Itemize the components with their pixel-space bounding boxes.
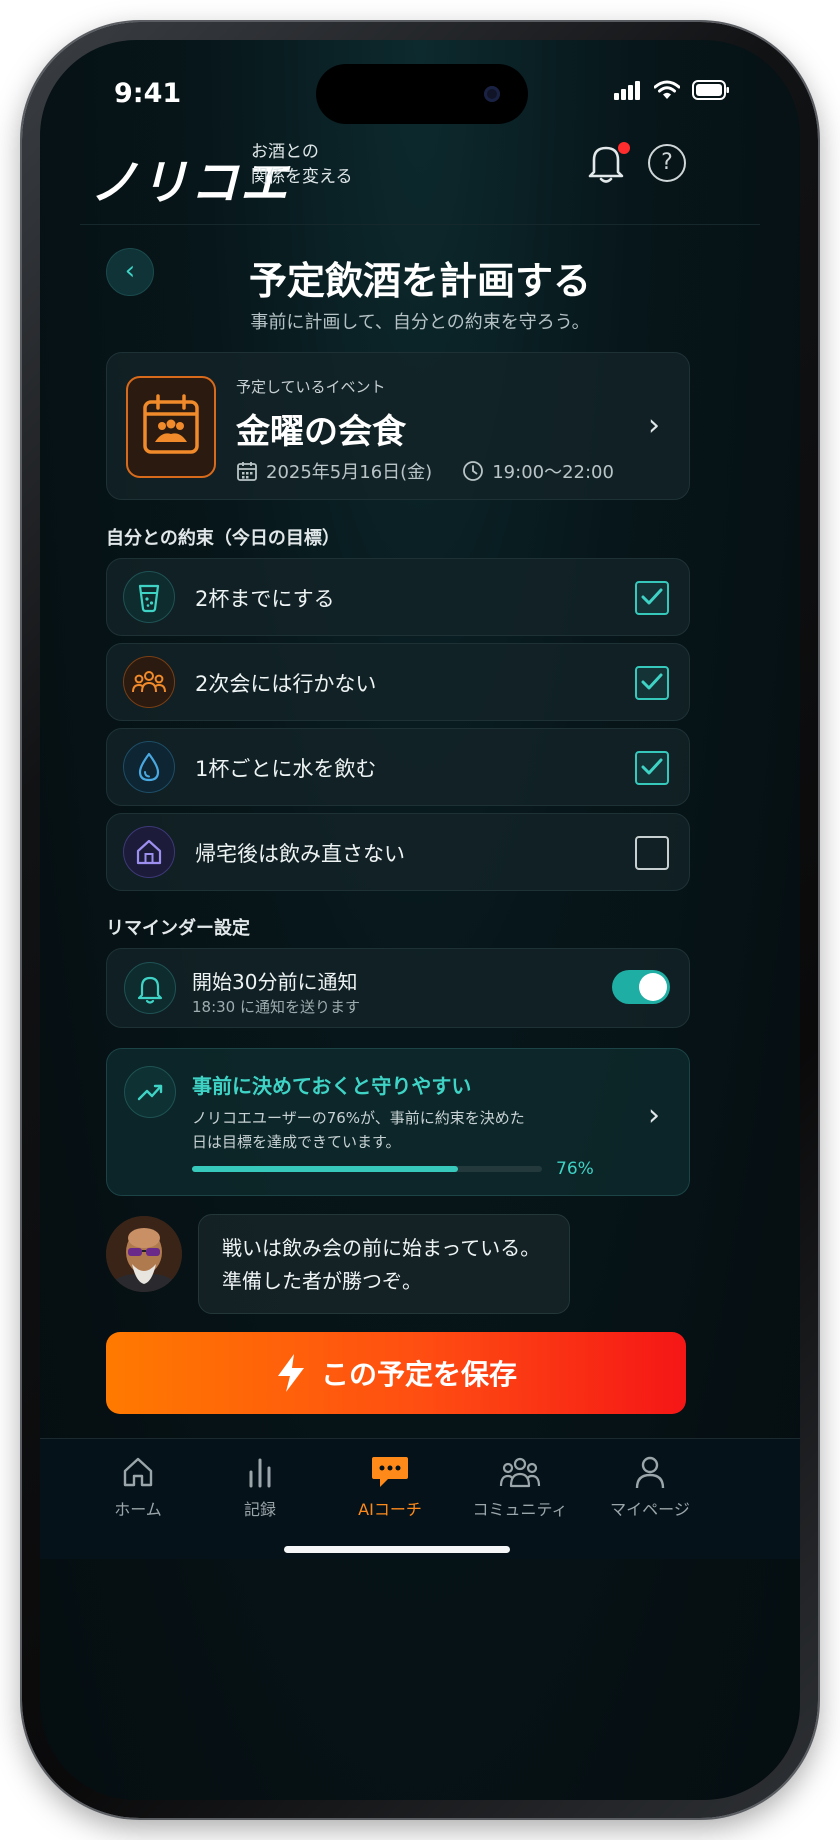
goal-checkbox[interactable] — [635, 581, 669, 615]
chart-bars-icon — [249, 1458, 271, 1488]
wifi-icon — [654, 80, 680, 99]
coach-avatar — [106, 1216, 182, 1292]
chat-bubble-icon — [372, 1457, 408, 1487]
insight-title: 事前に決めておくと守りやすい — [192, 1074, 472, 1098]
header-divider — [80, 224, 760, 225]
status-icons — [614, 80, 730, 100]
clock-icon — [463, 461, 484, 481]
dynamic-island — [316, 64, 528, 124]
tab-records[interactable]: 記録 — [200, 1452, 320, 1520]
glass-icon — [123, 571, 175, 623]
goal-label: 2次会には行かない — [195, 672, 377, 696]
reminder-section-label: リマインダー設定 — [106, 918, 250, 939]
event-chevron-right-icon: › — [648, 408, 660, 443]
coach-message-line-1: 戦いは飲み会の前に始まっている。 — [222, 1236, 541, 1260]
page-title: 予定飲酒を計画する — [248, 259, 591, 303]
insight-progress-fill — [192, 1166, 458, 1172]
notification-dot — [618, 142, 630, 154]
goal-row-4[interactable]: 帰宅後は飲み直さない — [106, 813, 690, 891]
event-title: 金曜の会食 — [236, 412, 406, 452]
insight-body-line-1: ノリコエユーザーの76%が、事前に約束を決めた — [192, 1109, 525, 1127]
insight-body-line-2: 日は目標を達成できています。 — [192, 1133, 401, 1151]
community-icon — [499, 1457, 541, 1488]
insight-progress-bar — [192, 1166, 542, 1172]
trend-up-icon — [124, 1066, 176, 1118]
calendar-icon — [237, 462, 257, 481]
goal-row-2[interactable]: 2次会には行かない — [106, 643, 690, 721]
goal-label: 帰宅後は飲み直さない — [195, 842, 405, 866]
group-icon — [123, 656, 175, 708]
tab-ai-coach-label: AIコーチ — [358, 1500, 422, 1519]
status-time: 9:41 — [114, 78, 182, 109]
tagline-line-2: 関係を変える — [251, 167, 353, 187]
reminder-toggle[interactable] — [612, 970, 670, 1004]
goal-checkbox[interactable] — [635, 751, 669, 785]
battery-icon — [692, 80, 729, 100]
signal-icon — [614, 81, 640, 100]
insight-percent: 76% — [556, 1159, 594, 1179]
person-icon — [635, 1456, 665, 1489]
reminder-title: 開始30分前に通知 — [192, 970, 358, 994]
event-date: 2025年5月16日(金) — [266, 462, 433, 483]
page-subtitle: 事前に計画して、自分との約束を守ろう。 — [250, 312, 590, 333]
event-label: 予定しているイベント — [236, 378, 386, 396]
tagline-line-1: お酒との — [251, 142, 319, 162]
goals-section-label: 自分との約束（今日の目標） — [106, 528, 340, 549]
calendar-group-icon — [126, 376, 216, 478]
help-icon[interactable]: ? — [648, 144, 686, 182]
app-tagline: お酒との 関係を変える — [251, 140, 353, 190]
house-icon — [123, 826, 175, 878]
water-drop-icon — [123, 741, 175, 793]
event-meta: 2025年5月16日(金) 19:00〜22:00 — [236, 458, 614, 484]
home-icon — [123, 1457, 153, 1487]
tab-my-page[interactable]: マイページ — [590, 1452, 710, 1520]
coach-message: 戦いは飲み会の前に始まっている。 準備した者が勝つぞ。 — [222, 1232, 540, 1298]
tab-home-label: ホーム — [114, 1500, 162, 1519]
tab-community[interactable]: コミュニティ — [460, 1452, 580, 1520]
tab-ai-coach[interactable]: AIコーチ — [330, 1452, 450, 1520]
insight-body: ノリコエユーザーの76%が、事前に約束を決めた 日は目標を達成できています。 — [192, 1106, 552, 1154]
save-button[interactable]: この予定を保存 — [106, 1332, 686, 1414]
insight-chevron-right-icon: › — [648, 1098, 660, 1133]
home-indicator[interactable] — [284, 1546, 510, 1553]
app-screen: 9:41 ノリコエ お酒との 関係を変える ? ‹ 予定飲酒を計画する 事前に計… — [40, 40, 800, 1800]
coach-message-line-2: 準備した者が勝つぞ。 — [222, 1269, 422, 1293]
goal-row-3[interactable]: 1杯ごとに水を飲む — [106, 728, 690, 806]
reminder-subtitle: 18:30 に通知を送ります — [192, 998, 360, 1016]
reminder-bell-icon — [124, 962, 176, 1014]
tab-community-label: コミュニティ — [472, 1500, 568, 1519]
goal-checkbox[interactable] — [635, 836, 669, 870]
goal-checkbox[interactable] — [635, 666, 669, 700]
tab-home[interactable]: ホーム — [78, 1452, 198, 1520]
save-button-label: この予定を保存 — [320, 1358, 517, 1391]
tab-records-label: 記録 — [243, 1500, 276, 1519]
tab-my-page-label: マイページ — [610, 1500, 690, 1519]
goal-row-1[interactable]: 2杯までにする — [106, 558, 690, 636]
goal-label: 1杯ごとに水を飲む — [195, 757, 377, 781]
goal-label: 2杯までにする — [195, 587, 335, 611]
event-time: 19:00〜22:00 — [492, 462, 614, 483]
lightning-icon — [277, 1354, 304, 1392]
